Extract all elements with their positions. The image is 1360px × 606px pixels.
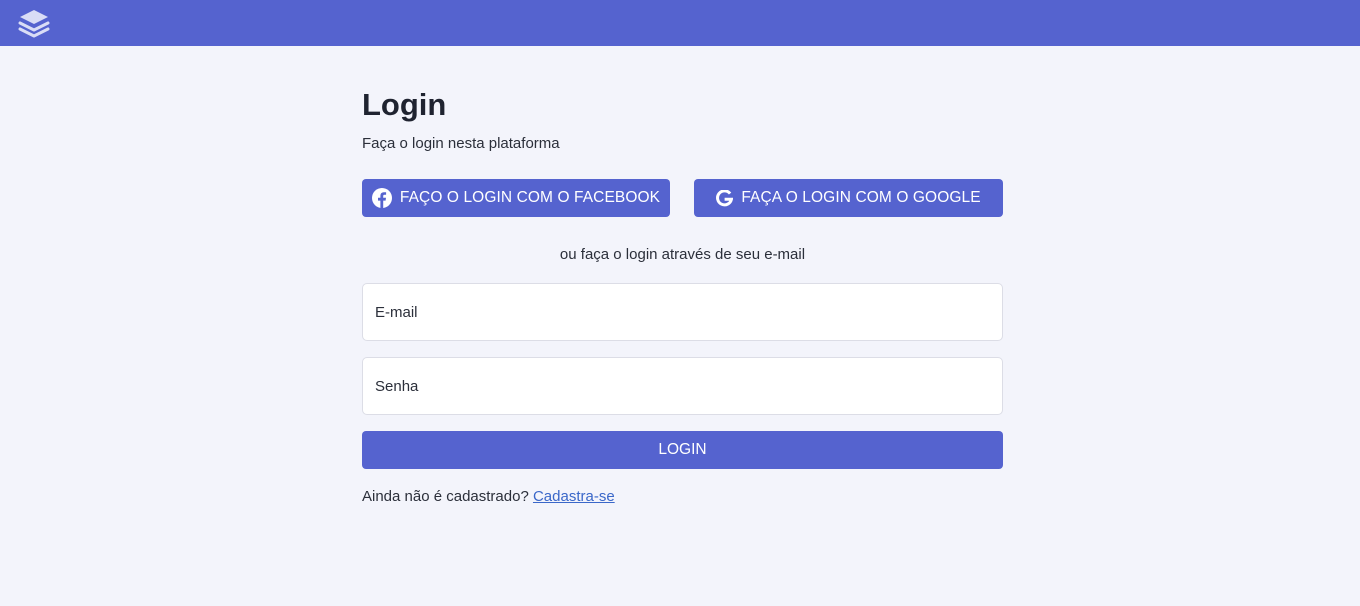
- facebook-icon: [371, 188, 392, 208]
- page-subtitle: Faça o login nesta plataforma: [362, 135, 560, 152]
- google-icon: [716, 189, 734, 207]
- email-field[interactable]: [362, 283, 1003, 341]
- stacked-layers-icon[interactable]: [18, 8, 50, 39]
- signup-prompt: Ainda não é cadastrado? Cadastra-se: [362, 487, 615, 507]
- top-bar: [0, 0, 1360, 46]
- facebook-login-button[interactable]: FAÇO O LOGIN COM O FACEBOOK: [362, 179, 670, 217]
- login-button[interactable]: LOGIN: [362, 431, 1003, 469]
- facebook-login-label: FAÇO O LOGIN COM O FACEBOOK: [399, 189, 661, 206]
- signup-link[interactable]: Cadastra-se: [533, 488, 615, 505]
- signup-prompt-text: Ainda não é cadastrado?: [362, 488, 529, 505]
- google-login-label: FAÇA O LOGIN COM O GOOGLE: [741, 189, 981, 206]
- google-login-button[interactable]: FAÇA O LOGIN COM O GOOGLE: [694, 179, 1003, 217]
- email-login-divider: ou faça o login através de seu e-mail: [559, 246, 806, 263]
- password-field[interactable]: [362, 357, 1003, 415]
- page-title: Login: [362, 87, 447, 122]
